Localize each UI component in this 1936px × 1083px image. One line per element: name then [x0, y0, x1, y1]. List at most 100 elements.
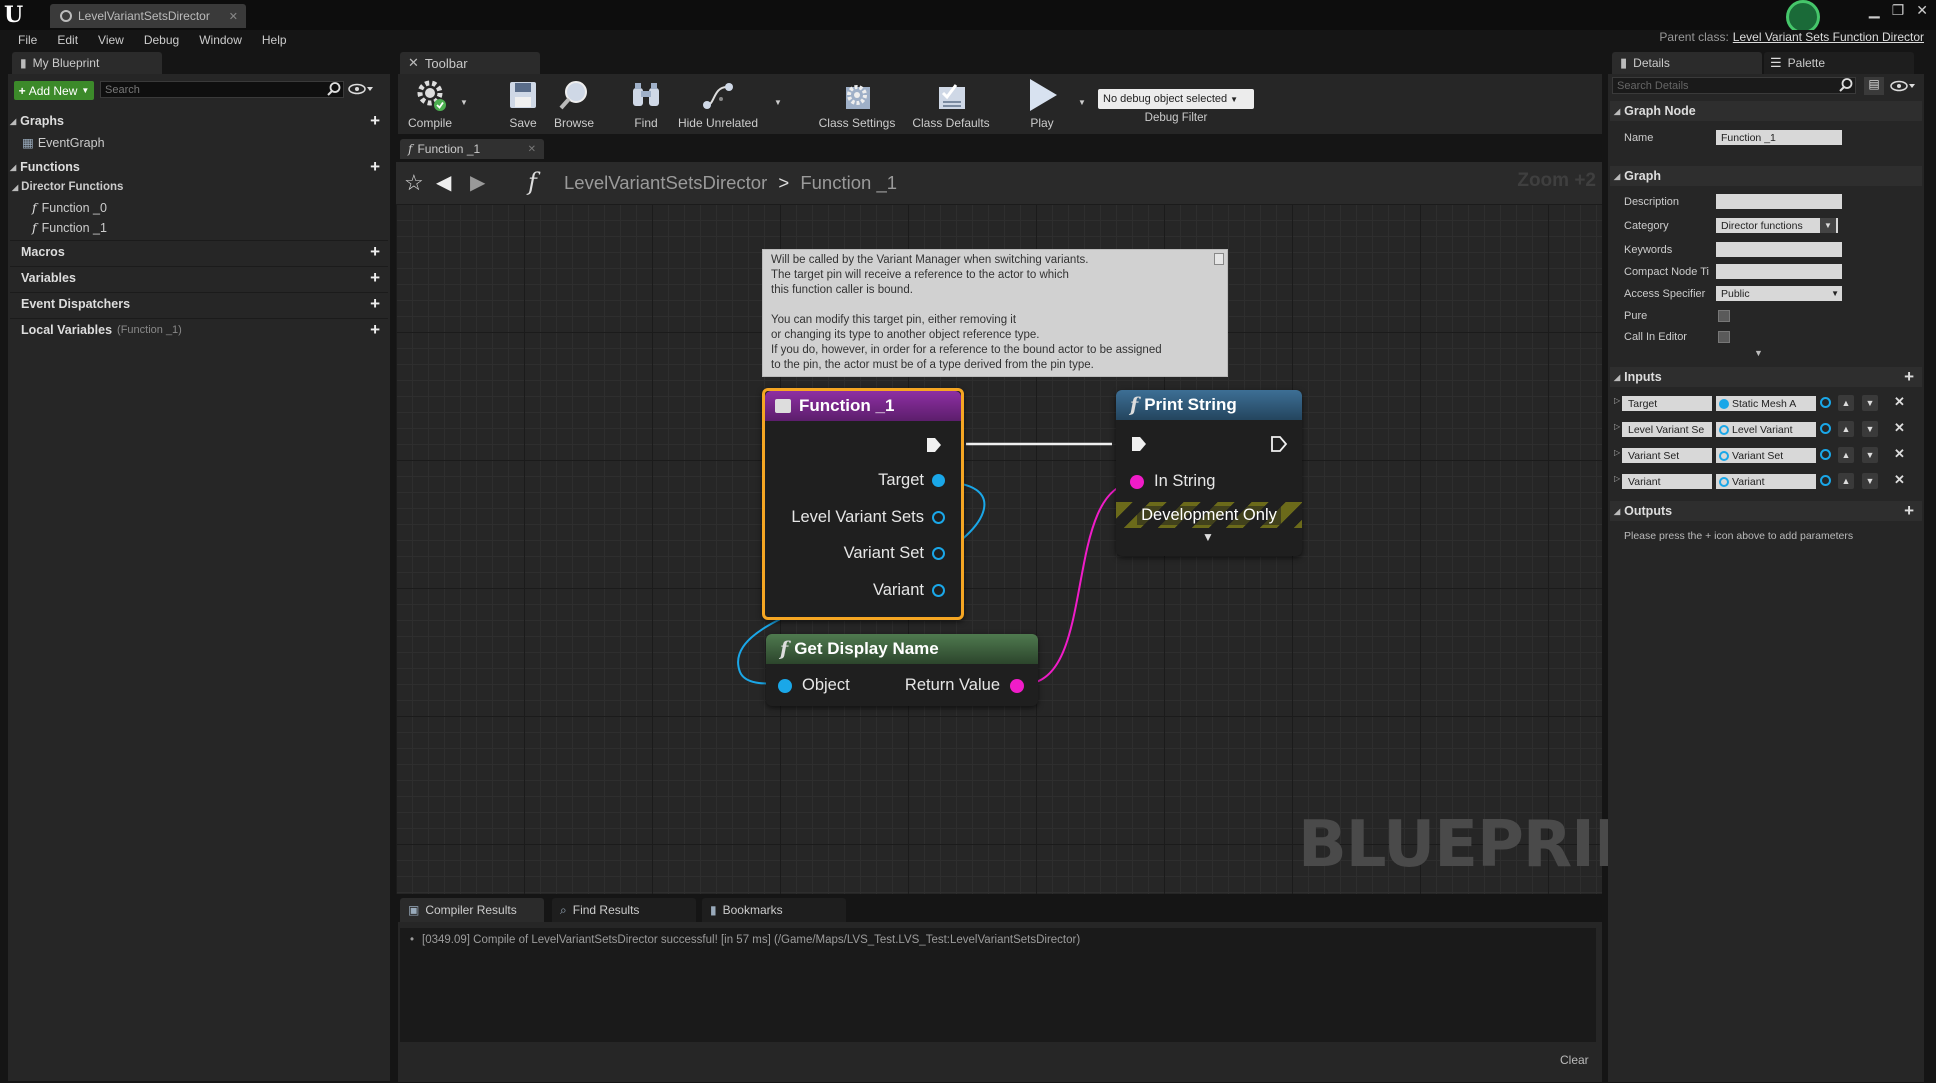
move-up-icon[interactable]: ▲ — [1838, 447, 1854, 463]
pass-by-reference-icon[interactable] — [1820, 396, 1831, 411]
hide-unrelated-button[interactable]: Hide Unrelated — [676, 74, 760, 134]
minimize-icon[interactable]: ▁ — [1869, 2, 1880, 19]
add-macro-icon[interactable]: + — [370, 242, 380, 262]
pass-by-reference-icon[interactable] — [1820, 474, 1831, 489]
input-type-select[interactable]: Variant Set — [1716, 448, 1816, 463]
my-blueprint-tab[interactable]: ▮ My Blueprint — [12, 52, 162, 74]
move-down-icon[interactable]: ▼ — [1862, 395, 1878, 411]
compile-button[interactable]: Compile — [398, 74, 462, 134]
blueprint-search-input[interactable]: Search — [100, 81, 344, 98]
visibility-eye-icon[interactable] — [348, 83, 374, 95]
toolbar-tab[interactable]: ✕ Toolbar — [400, 52, 540, 74]
input-name-field[interactable]: Variant — [1622, 474, 1712, 489]
event-graph-item[interactable]: ▦ EventGraph — [22, 135, 105, 151]
move-up-icon[interactable]: ▲ — [1838, 421, 1854, 437]
add-new-button[interactable]: + Add New ▼ — [14, 81, 94, 100]
remove-input-icon[interactable]: ✕ — [1894, 420, 1905, 436]
find-button[interactable]: Find — [620, 74, 672, 134]
input-name-field[interactable]: Variant Set — [1622, 448, 1712, 463]
add-variable-icon[interactable]: + — [370, 268, 380, 288]
object-input-pin[interactable]: Object — [778, 676, 850, 695]
expand-arrow-icon[interactable]: ▷ — [1614, 474, 1620, 483]
function-item-0[interactable]: f Function _0 — [32, 200, 107, 215]
document-tab[interactable]: LevelVariantSetsDirector ✕ — [50, 4, 246, 28]
class-defaults-button[interactable]: Class Defaults — [904, 74, 998, 134]
add-input-icon[interactable]: + — [1904, 367, 1914, 387]
remove-input-icon[interactable]: ✕ — [1894, 446, 1905, 462]
functions-section[interactable]: ◢ Functions + — [10, 156, 388, 178]
add-function-icon[interactable]: + — [370, 157, 380, 177]
expand-arrow-icon[interactable]: ▷ — [1614, 422, 1620, 431]
input-name-field[interactable]: Level Variant Se — [1622, 422, 1712, 437]
print-string-node[interactable]: f Print String In String Development Onl… — [1116, 390, 1302, 556]
move-up-icon[interactable]: ▲ — [1838, 395, 1854, 411]
call-in-editor-checkbox[interactable] — [1718, 331, 1730, 343]
menu-view[interactable]: View — [98, 33, 124, 47]
breadcrumb-root[interactable]: LevelVariantSetsDirector — [564, 172, 767, 193]
menu-file[interactable]: File — [18, 33, 37, 47]
input-type-select[interactable]: Level Variant — [1716, 422, 1816, 437]
visibility-eye-icon[interactable] — [1890, 80, 1916, 92]
function-entry-node[interactable]: Function _1 Target Level Variant Sets Va… — [762, 388, 964, 620]
play-options-arrow-icon[interactable]: ▼ — [1078, 98, 1086, 107]
browse-button[interactable]: Browse — [548, 74, 600, 134]
favorite-star-icon[interactable]: ☆ — [404, 170, 424, 196]
menu-debug[interactable]: Debug — [144, 33, 179, 47]
pure-checkbox[interactable] — [1718, 310, 1730, 322]
function-item-1[interactable]: f Function _1 — [32, 220, 107, 235]
variables-section[interactable]: Variables + — [10, 266, 388, 289]
compile-options-arrow-icon[interactable]: ▼ — [460, 98, 468, 107]
event-dispatchers-section[interactable]: Event Dispatchers + — [10, 292, 388, 315]
tab-function-graph[interactable]: f Function _1 ✕ — [400, 139, 544, 159]
property-matrix-icon[interactable]: ▤ — [1864, 77, 1884, 95]
exec-out-pin-icon[interactable] — [925, 436, 943, 454]
advanced-expand-arrow-icon[interactable]: ▼ — [1754, 348, 1763, 358]
local-variables-section[interactable]: Local Variables (Function _1) + — [10, 318, 388, 341]
details-search-input[interactable]: Search Details — [1612, 77, 1856, 94]
clear-button[interactable]: Clear — [1560, 1053, 1589, 1067]
access-specifier-select[interactable]: Public ▼ — [1716, 286, 1842, 301]
graphs-section[interactable]: ◢ Graphs + — [10, 110, 388, 132]
tab-find-results[interactable]: ⌕ Find Results — [552, 898, 696, 922]
tab-compiler-results[interactable]: ▣ Compiler Results — [400, 898, 544, 922]
class-settings-button[interactable]: Class Settings — [814, 74, 900, 134]
play-button[interactable]: Play — [1014, 74, 1070, 134]
tab-details[interactable]: ▮ Details — [1612, 52, 1762, 74]
save-button[interactable]: Save — [500, 74, 546, 134]
debug-object-select[interactable]: No debug object selected ▼ — [1098, 89, 1254, 109]
description-field[interactable] — [1716, 194, 1842, 209]
input-name-field[interactable]: Target — [1622, 396, 1712, 411]
close-tab-icon[interactable]: ✕ — [229, 10, 238, 23]
target-pin[interactable]: Target — [878, 471, 945, 490]
comment-box[interactable]: Will be called by the Variant Manager wh… — [762, 249, 1228, 377]
pass-by-reference-icon[interactable] — [1820, 448, 1831, 463]
tab-bookmarks[interactable]: ▮ Bookmarks — [702, 898, 846, 922]
exec-in-pin-icon[interactable] — [1130, 435, 1148, 453]
source-control-status-icon[interactable] — [1786, 0, 1820, 34]
forward-arrow-icon[interactable]: ▶ — [470, 170, 485, 195]
inputs-section[interactable]: ◢ Inputs + — [1610, 367, 1922, 387]
input-type-select[interactable]: Static Mesh A — [1716, 396, 1816, 411]
tab-palette[interactable]: ☰ Palette — [1764, 52, 1914, 74]
director-functions-category[interactable]: ◢ Director Functions — [12, 181, 123, 193]
expand-node-arrow-icon[interactable]: ▼ — [1202, 530, 1214, 544]
parent-class-link[interactable]: Level Variant Sets Function Director — [1733, 30, 1924, 44]
menu-window[interactable]: Window — [199, 33, 242, 47]
compact-node-title-field[interactable] — [1716, 264, 1842, 279]
move-down-icon[interactable]: ▼ — [1862, 421, 1878, 437]
add-event-dispatcher-icon[interactable]: + — [370, 294, 380, 314]
expand-arrow-icon[interactable]: ▷ — [1614, 396, 1620, 405]
macros-section[interactable]: Macros + — [10, 240, 388, 263]
remove-input-icon[interactable]: ✕ — [1894, 394, 1905, 410]
move-up-icon[interactable]: ▲ — [1838, 473, 1854, 489]
get-display-name-node[interactable]: f Get Display Name Object Return Value — [766, 634, 1038, 706]
restore-icon[interactable]: ❐ — [1892, 2, 1905, 19]
exec-out-pin-icon[interactable] — [1270, 435, 1288, 453]
remove-input-icon[interactable]: ✕ — [1894, 472, 1905, 488]
category-dropdown-arrow-icon[interactable]: ▼ — [1820, 218, 1836, 233]
pass-by-reference-icon[interactable] — [1820, 422, 1831, 437]
comment-pin-icon[interactable] — [1214, 253, 1224, 265]
graph-node-section[interactable]: ◢ Graph Node — [1610, 101, 1922, 121]
back-arrow-icon[interactable]: ◀ — [436, 170, 451, 195]
move-down-icon[interactable]: ▼ — [1862, 473, 1878, 489]
